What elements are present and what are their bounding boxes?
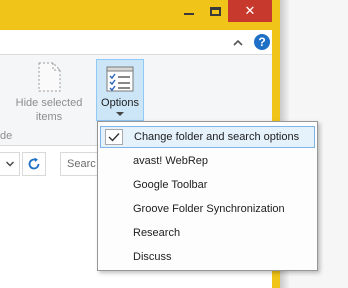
hide-selected-items-button[interactable]: Hide selected items <box>12 62 86 124</box>
menu-item-avast-webrep[interactable]: avast! WebRep <box>100 150 315 172</box>
menu-item-change-folder-options[interactable]: Change folder and search options <box>100 126 315 148</box>
dropdown-arrow-icon <box>116 112 124 116</box>
hide-selected-icon <box>38 62 61 92</box>
minimize-icon <box>184 13 194 15</box>
menu-item-label: Discuss <box>133 251 172 263</box>
menu-item-label: Google Toolbar <box>133 179 208 191</box>
help-icon[interactable]: ? <box>254 34 270 50</box>
chevron-down-icon <box>6 161 14 167</box>
hide-selected-label: Hide selected items <box>15 97 83 123</box>
menu-item-google-toolbar[interactable]: Google Toolbar <box>100 174 315 196</box>
options-label: Options <box>101 97 139 109</box>
menu-item-discuss[interactable]: Discuss <box>100 246 315 268</box>
maximize-button[interactable] <box>202 0 228 22</box>
ribbon-group-label: de <box>0 130 13 142</box>
menu-item-label: Research <box>133 227 181 239</box>
folder-options-icon <box>106 66 134 92</box>
refresh-button[interactable] <box>22 152 46 176</box>
search-input[interactable]: Searc <box>60 152 100 176</box>
menu-item-groove-folder-sync[interactable]: Groove Folder Synchronization <box>100 198 315 220</box>
menu-item-label: Change folder and search options <box>134 131 300 143</box>
menu-item-label: avast! WebRep <box>133 155 209 167</box>
maximize-icon <box>209 6 221 16</box>
close-button[interactable]: ✕ <box>228 0 272 22</box>
minimize-button[interactable] <box>176 0 202 22</box>
menu-item-research[interactable]: Research <box>100 222 315 244</box>
close-icon: ✕ <box>244 3 256 19</box>
menu-item-label: Groove Folder Synchronization <box>133 203 285 215</box>
options-dropdown-menu: Change folder and search options avast! … <box>97 121 318 271</box>
checkmark-icon <box>108 133 120 142</box>
options-button[interactable]: Options <box>96 59 144 121</box>
checkbox <box>105 129 123 145</box>
minimize-ribbon-icon[interactable] <box>232 37 244 49</box>
refresh-icon <box>28 157 40 170</box>
